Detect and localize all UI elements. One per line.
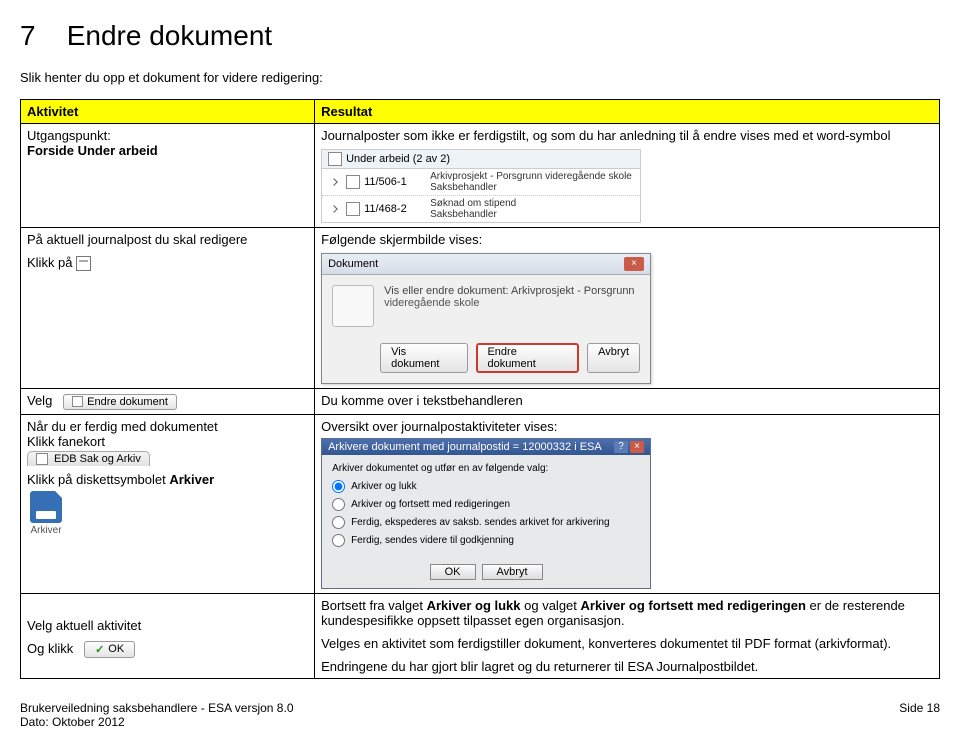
list-item: 11/468-2 Søknad om stipend Saksbehandler [322,196,640,222]
list-item-id: 11/468-2 [364,203,426,215]
radio-arkiver-fortsett [332,498,345,511]
row1-left-line2: Forside Under arbeid [27,143,308,158]
col-header-resultat: Resultat [315,100,940,124]
row1-left-line1: Utgangspunkt: [27,128,308,143]
avbryt-button: Avbryt [587,343,640,373]
endre-dokument-button: Endre dokument [476,343,579,373]
close-icon: × [624,257,644,271]
row4-left-line3a: Klikk på diskettsymbolet [27,472,169,487]
radio-arkiver-lukk [332,480,345,493]
row5-paragraph-3: Endringene du har gjort blir lagret og d… [321,659,933,674]
arkiver-disk-block: Arkiver [27,491,65,536]
dialog-large-icon [332,285,374,327]
tab-icon [36,453,48,465]
journalpost-list-screenshot: Under arbeid (2 av 2) 11/506-1 Arkivpros… [321,149,641,223]
row4-right-text: Oversikt over journalpostaktiviteter vis… [321,419,933,434]
dialog-title: Dokument [328,258,378,270]
footer-page-number: Side 18 [899,701,940,729]
row5-paragraph-2: Velges en aktivitet som ferdigstiller do… [321,636,933,651]
ok-label: OK [108,643,124,655]
list-item-sub: Saksbehandler [430,209,516,220]
radio-option: Ferdig, ekspederes av saksb. sendes arki… [332,516,640,529]
row2-left-line2: Klikk på [27,255,73,270]
row5-paragraph-1: Bortsett fra valget Arkiver og lukk og v… [321,598,933,628]
window-controls: ? × [614,441,644,453]
dialog-text-2: videregående skole [384,297,634,309]
row4-left-line2: Klikk fanekort [27,434,308,449]
edb-sak-arkiv-tab: EDB Sak og Arkiv [27,451,150,466]
list-item-title: Søknad om stipend [430,198,516,209]
help-icon: ? [614,441,628,453]
radio-option: Arkiver og lukk [332,480,640,493]
section-number: 7 [20,20,36,51]
disk-label: Arkiver [27,525,65,536]
list-item-sub: Saksbehandler [430,182,632,193]
ok-button: OK [430,564,476,580]
col-header-aktivitet: Aktivitet [21,100,315,124]
list-item: 11/506-1 Arkivprosjekt - Porsgrunn vider… [322,169,640,196]
footer-doc-title: Brukerveiledning saksbehandlere - ESA ve… [20,701,294,715]
row2-left-line1: På aktuell journalpost du skal redigere [27,232,308,247]
row5-left-line1: Velg aktuell aktivitet [27,618,308,633]
chevron-right-icon [330,178,338,186]
row4-left-line1: Når du er ferdig med dokumentet [27,419,308,434]
ok-inline-button: ✓ OK [84,641,135,658]
document-dialog-screenshot: Dokument × Vis eller endre dokument: Ark… [321,253,651,384]
list-icon [328,152,342,166]
list-item-id: 11/506-1 [364,176,426,188]
radio-ferdig-eksped [332,516,345,529]
word-document-icon [346,202,360,216]
footer-date: Dato: Oktober 2012 [20,715,294,729]
arkiver-label: Arkiver dokumentet og utfør en av følgen… [332,463,640,474]
chevron-right-icon [330,205,338,213]
row5-left-line2: Og klikk [27,641,73,656]
row2-right-text: Følgende skjermbilde vises: [321,232,933,247]
arkiver-dialog-screenshot: Arkivere dokument med journalpostid = 12… [321,438,651,589]
word-document-icon [346,175,360,189]
row1-right-text: Journalposter som ikke er ferdigstilt, o… [321,128,933,143]
list-item-title: Arkivprosjekt - Porsgrunn videregående s… [430,171,632,182]
row3-left-text: Velg [27,393,52,408]
radio-option: Arkiver og fortsett med redigeringen [332,498,640,511]
dialog-text-1: Vis eller endre dokument: Arkivprosjekt … [384,285,634,297]
activity-result-table: Aktivitet Resultat Utgangspunkt: Forside… [20,99,940,679]
radio-option: Ferdig, sendes videre til godkjenning [332,534,640,547]
list-tab-label: Under arbeid (2 av 2) [346,153,450,165]
fanekort-label: EDB Sak og Arkiv [54,453,141,465]
endre-dokument-label: Endre dokument [87,396,168,408]
section-title-text: Endre dokument [67,20,272,51]
intro-text: Slik henter du opp et dokument for vider… [20,70,940,85]
document-icon [72,396,83,407]
row3-right-text: Du komme over i tekstbehandleren [321,393,933,408]
word-document-icon [76,256,91,271]
arkiver-dialog-title: Arkivere dokument med journalpostid = 12… [328,441,602,453]
radio-ferdig-godkjenning [332,534,345,547]
vis-dokument-button: Vis dokument [380,343,468,373]
floppy-disk-icon [30,491,62,523]
row4-left-line3b: Arkiver [169,472,214,487]
endre-dokument-inline-button: Endre dokument [63,394,177,410]
close-icon: × [630,441,644,453]
page-footer: Brukerveiledning saksbehandlere - ESA ve… [20,701,940,729]
section-heading: 7 Endre dokument [20,20,940,52]
avbryt-button: Avbryt [482,564,543,580]
